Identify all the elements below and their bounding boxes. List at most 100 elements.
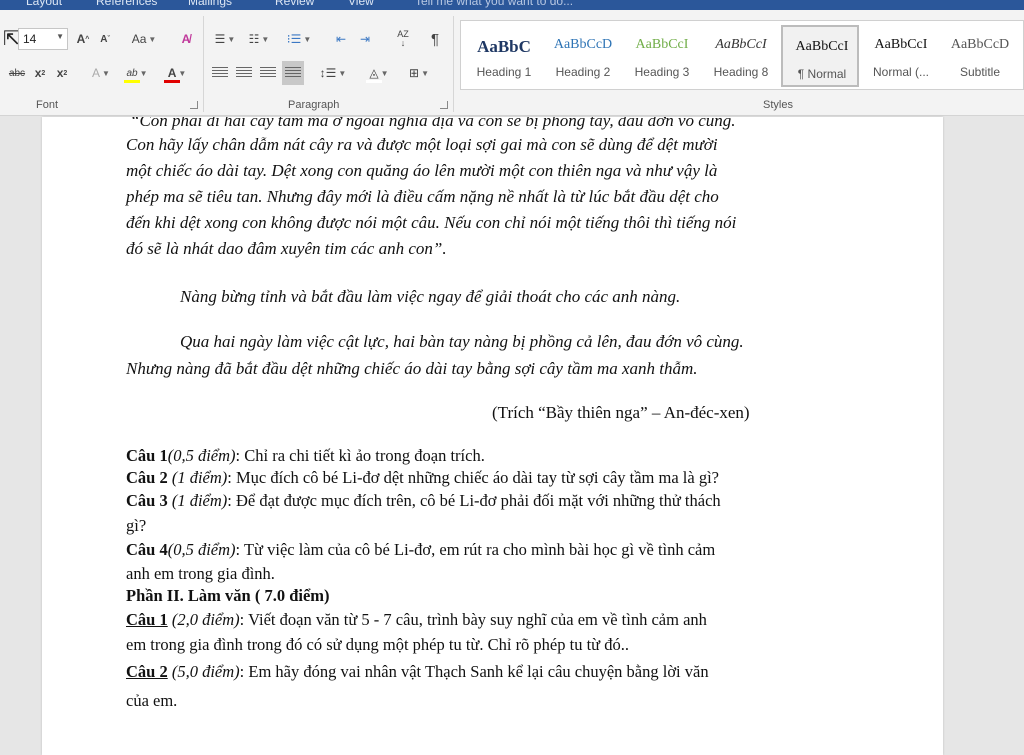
question-1: Câu 1(0,5 điểm): Chỉ ra chi tiết kì ảo t… (126, 445, 485, 466)
borders-button[interactable]: ⊞ ▼ (402, 61, 436, 85)
paragraph-line: phép ma sẽ tiêu tan. Nhưng đây mới là đi… (126, 187, 719, 206)
tab-references[interactable]: References (96, 0, 157, 8)
citation: (Trích “Bầy thiên nga” – An-đéc-xen) (492, 403, 750, 422)
paragraph-line: một chiếc áo dài tay. Dệt xong con quăng… (126, 161, 718, 180)
line-spacing-button[interactable]: ↕☰ ▼ (316, 61, 350, 85)
align-right-button[interactable] (258, 61, 278, 85)
ribbon: ⇱ 14 ▼ A ^ Aˇ Aa ▼ A̸ abc x2 x2 A ▼ ab ▼ A ▼ … (0, 10, 1024, 116)
shrink-font-button[interactable]: Aˇ (96, 27, 114, 51)
align-center-icon (236, 67, 252, 79)
style-sample: AaBbCcD (553, 37, 613, 52)
style-name: Subtitle (959, 65, 1001, 79)
writing-question-1-continued: em trong gia đình trong đó có sử dụng mộ… (126, 635, 629, 654)
style-sample: AaBbCcI (795, 39, 849, 54)
vertical-scrollbar[interactable] (1005, 117, 1024, 755)
justify-icon (285, 67, 301, 79)
style-heading-8[interactable]: AaBbCcI Heading 8 (702, 25, 780, 87)
paragraph-line: “Con phải đi hái cây tầm ma ở ngoài nghĩ… (130, 117, 736, 130)
text-effects-icon: A (92, 66, 101, 80)
style-name: Heading 3 (634, 65, 690, 79)
justify-button[interactable] (282, 61, 304, 85)
question-points: (1 điểm) (171, 468, 228, 487)
question-2: Câu 2 (1 điểm): Mục đích cô bé Li-đơ dệt… (126, 467, 719, 488)
chevron-down-icon: ▼ (102, 68, 110, 78)
style-heading-1[interactable]: AaBbC Heading 1 (465, 25, 543, 87)
question-text: : Viết đoạn văn từ 5 - 7 câu, trình bày … (239, 610, 707, 629)
style-name: Heading 2 (555, 65, 611, 79)
paragraph-line: Nhưng nàng đã bắt đầu dệt những chiếc áo… (126, 359, 698, 378)
style-sample: AaBbCcD (950, 37, 1010, 52)
styles-group-label: Styles (763, 99, 793, 111)
chevron-down-icon: ▼ (261, 34, 270, 44)
style-normal-web[interactable]: AaBbCcI Normal (... (862, 25, 940, 87)
highlight-button[interactable]: ab ▼ (120, 61, 154, 85)
style-heading-2[interactable]: AaBbCcD Heading 2 (544, 25, 622, 87)
align-left-button[interactable] (210, 61, 230, 85)
style-name: Heading 1 (476, 65, 532, 79)
question-points: (2,0 điểm) (171, 610, 240, 629)
question-3-continued: gì? (126, 516, 147, 535)
style-sample: AaBbCcI (874, 37, 928, 52)
bullets-button[interactable]: ☰ ▼ (210, 27, 240, 51)
section-heading: Phần II. Làm văn ( 7.0 điểm) (126, 586, 330, 605)
paint-bucket-icon: ◬ (369, 66, 379, 80)
numbering-button[interactable]: ☷ ▼ (244, 27, 274, 51)
shading-button[interactable]: ◬ ▼ (362, 61, 396, 85)
superscript-label: x (56, 66, 64, 80)
decrease-indent-button[interactable]: ⇤ (330, 27, 352, 51)
shrink-font-label: A (100, 33, 108, 45)
strikethrough-label: abc (8, 67, 26, 79)
text-effects-button[interactable]: A ▼ (86, 61, 116, 85)
tab-review[interactable]: Review (275, 0, 314, 8)
font-size-box[interactable]: 14 ▼ (18, 28, 68, 50)
chevron-down-icon: ▼ (139, 68, 148, 78)
style-name: Normal (... (872, 65, 929, 79)
paragraph-line: Qua hai ngày làm việc cật lực, hai bàn t… (180, 332, 744, 351)
clear-formatting-button[interactable]: A̸ (174, 27, 198, 51)
question-label: Câu 1 (126, 610, 168, 629)
align-center-button[interactable] (234, 61, 254, 85)
grow-font-button[interactable]: A ^ (74, 27, 92, 51)
question-3: Câu 3 (1 điểm): Để đạt được mục đích trê… (126, 490, 721, 511)
document-page[interactable]: “Con phải đi hái cây tầm ma ở ngoài nghĩ… (42, 117, 943, 755)
subscript-mark: 2 (41, 69, 46, 77)
style-sample: AaBbCcI (635, 37, 689, 52)
style-subtitle[interactable]: AaBbCcD Subtitle (941, 25, 1019, 87)
strikethrough-button[interactable]: abc (4, 61, 30, 85)
show-formatting-button[interactable]: ¶ (424, 27, 446, 51)
style-normal[interactable]: AaBbCcI ¶ Normal (781, 25, 859, 87)
font-color-button[interactable]: A ▼ (160, 61, 194, 85)
font-color-icon: A (167, 66, 177, 80)
question-label: Câu 3 (126, 491, 168, 510)
word-window: Layout References Mailings Review View T… (0, 0, 1024, 755)
tell-me-box[interactable]: Tell me what you want to do... (415, 0, 573, 8)
paragraph-group-label: Paragraph (288, 99, 340, 111)
style-name: Heading 8 (713, 65, 769, 79)
divider (453, 16, 454, 112)
tab-layout[interactable]: Layout (26, 0, 62, 8)
highlight-color-swatch (124, 80, 140, 83)
paragraph-line: Con hãy lấy chân dẫm nát cây ra và được … (126, 135, 718, 154)
paragraph-dialog-launcher-icon[interactable] (440, 101, 448, 109)
paragraph-line: đến khi dệt xong con không được nói một … (126, 213, 737, 232)
question-text: : Để đạt được mục đích trên, cô bé Li-đơ… (227, 491, 721, 510)
font-size-value: 14 (23, 32, 37, 46)
superscript-button[interactable]: x2 (52, 61, 72, 85)
question-points: (0,5 điểm) (167, 540, 236, 559)
sort-button[interactable]: AZ ↓ (392, 27, 414, 51)
question-label: Câu 1 (126, 446, 168, 465)
change-case-button[interactable]: Aa ▼ (126, 27, 162, 51)
style-heading-3[interactable]: AaBbCcI Heading 3 (623, 25, 701, 87)
subscript-button[interactable]: x2 (30, 61, 50, 85)
chevron-down-icon: ▼ (421, 68, 429, 78)
multilevel-list-button[interactable]: ⁝☰ ▼ (282, 27, 316, 51)
superscript-mark: 2 (63, 69, 68, 77)
font-dialog-launcher-icon[interactable] (190, 101, 198, 109)
tab-view[interactable]: View (348, 0, 374, 8)
increase-indent-button[interactable]: ⇥ (354, 27, 376, 51)
question-text: : Chỉ ra chi tiết kì ảo trong đoạn trích… (235, 446, 485, 465)
tab-mailings[interactable]: Mailings (188, 0, 232, 8)
grow-font-label: A (76, 32, 86, 46)
font-group-label: Font (36, 99, 59, 111)
divider (203, 16, 204, 112)
